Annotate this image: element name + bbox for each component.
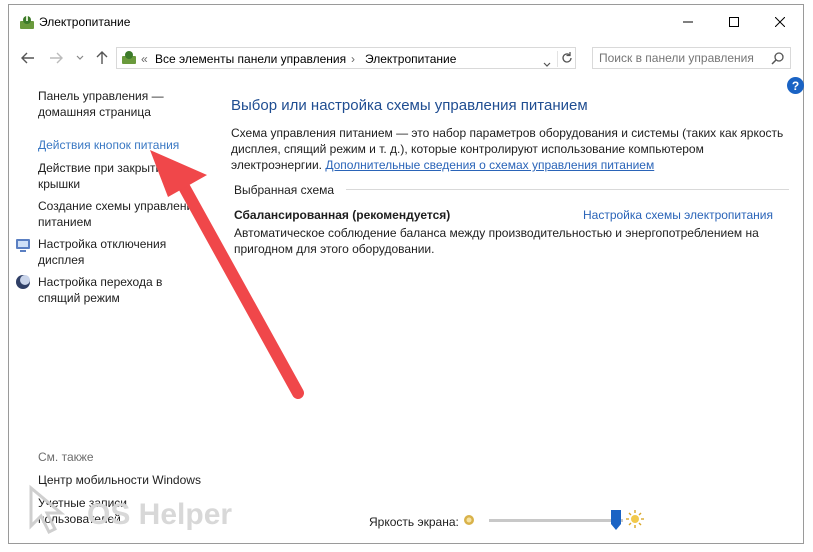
close-icon (775, 17, 785, 27)
address-dropdown-button[interactable] (543, 55, 551, 73)
sidebar-item-power-buttons[interactable]: Действия кнопок питания (38, 137, 179, 153)
close-button[interactable] (757, 5, 803, 39)
forward-button[interactable] (45, 47, 67, 69)
maximize-button[interactable] (711, 5, 757, 39)
address-bar: « Все элементы панели управления › Элект… (9, 43, 803, 73)
control-panel-window: Электропитание « Все элементы панели упр… (8, 4, 804, 544)
section-divider (346, 189, 789, 190)
page-description: Схема управления питанием — это набор па… (231, 126, 784, 172)
change-plan-settings-link[interactable]: Настройка схемы электропитания (583, 208, 773, 222)
recent-dropdown-button[interactable] (69, 47, 91, 69)
breadcrumb-overflow[interactable]: « (141, 52, 148, 66)
maximize-icon (729, 17, 739, 27)
chevron-down-icon (76, 55, 84, 60)
slider-track[interactable] (489, 519, 623, 522)
breadcrumb-power-options[interactable]: Электропитание (365, 52, 456, 66)
watermark-text: OS Helper (87, 498, 232, 531)
slider-thumb[interactable] (611, 510, 622, 530)
title-bar: Электропитание (9, 5, 803, 39)
forward-arrow-icon (50, 52, 63, 64)
learn-more-link[interactable]: Дополнительные сведения о схемах управле… (325, 158, 654, 172)
chevron-down-icon (543, 62, 551, 67)
refresh-icon (562, 52, 572, 63)
power-options-app-icon (19, 15, 35, 36)
back-button[interactable] (17, 47, 39, 69)
up-arrow-icon (96, 51, 108, 64)
sidebar-item-lid-close[interactable]: Действие при закрытии крышки (38, 160, 169, 192)
moon-icon (15, 274, 31, 295)
brightness-label: Яркость экрана: (369, 515, 459, 529)
back-arrow-icon (21, 52, 34, 64)
help-button[interactable]: ? (787, 77, 804, 94)
control-panel-icon (121, 50, 137, 71)
page-title: Выбор или настройка схемы управления пит… (231, 97, 588, 114)
bright-brightness-icon (626, 510, 644, 533)
sidebar-item-sleep[interactable]: Настройка перехода в спящий режим (38, 274, 162, 306)
minimize-icon (683, 21, 693, 23)
search-icon[interactable] (771, 51, 785, 70)
search-box (592, 47, 791, 69)
sidebar-home-link[interactable]: Панель управления — домашняя страница (38, 88, 164, 120)
dim-brightness-icon (463, 513, 475, 531)
minimize-button[interactable] (665, 5, 711, 39)
breadcrumb-separator: › (351, 52, 355, 66)
selected-plan-heading: Выбранная схема (234, 183, 335, 197)
plan-description: Автоматическое соблюдение баланса между … (234, 226, 759, 256)
address-field[interactable]: « Все элементы панели управления › Элект… (116, 47, 576, 69)
plan-name: Сбалансированная (рекомендуется) (234, 208, 451, 222)
up-button[interactable] (91, 47, 113, 69)
breadcrumb-all-items[interactable]: Все элементы панели управления (155, 52, 346, 66)
see-also-heading: См. также (38, 450, 94, 464)
search-input[interactable] (599, 50, 765, 66)
refresh-button[interactable] (557, 51, 574, 67)
window-title: Электропитание (39, 15, 131, 29)
os-helper-watermark: OS Helper (21, 480, 271, 545)
display-icon (15, 237, 31, 258)
sidebar-item-display-off[interactable]: Настройка отключения дисплея (38, 236, 166, 268)
sidebar-item-create-plan[interactable]: Создание схемы управления питанием (38, 198, 200, 230)
